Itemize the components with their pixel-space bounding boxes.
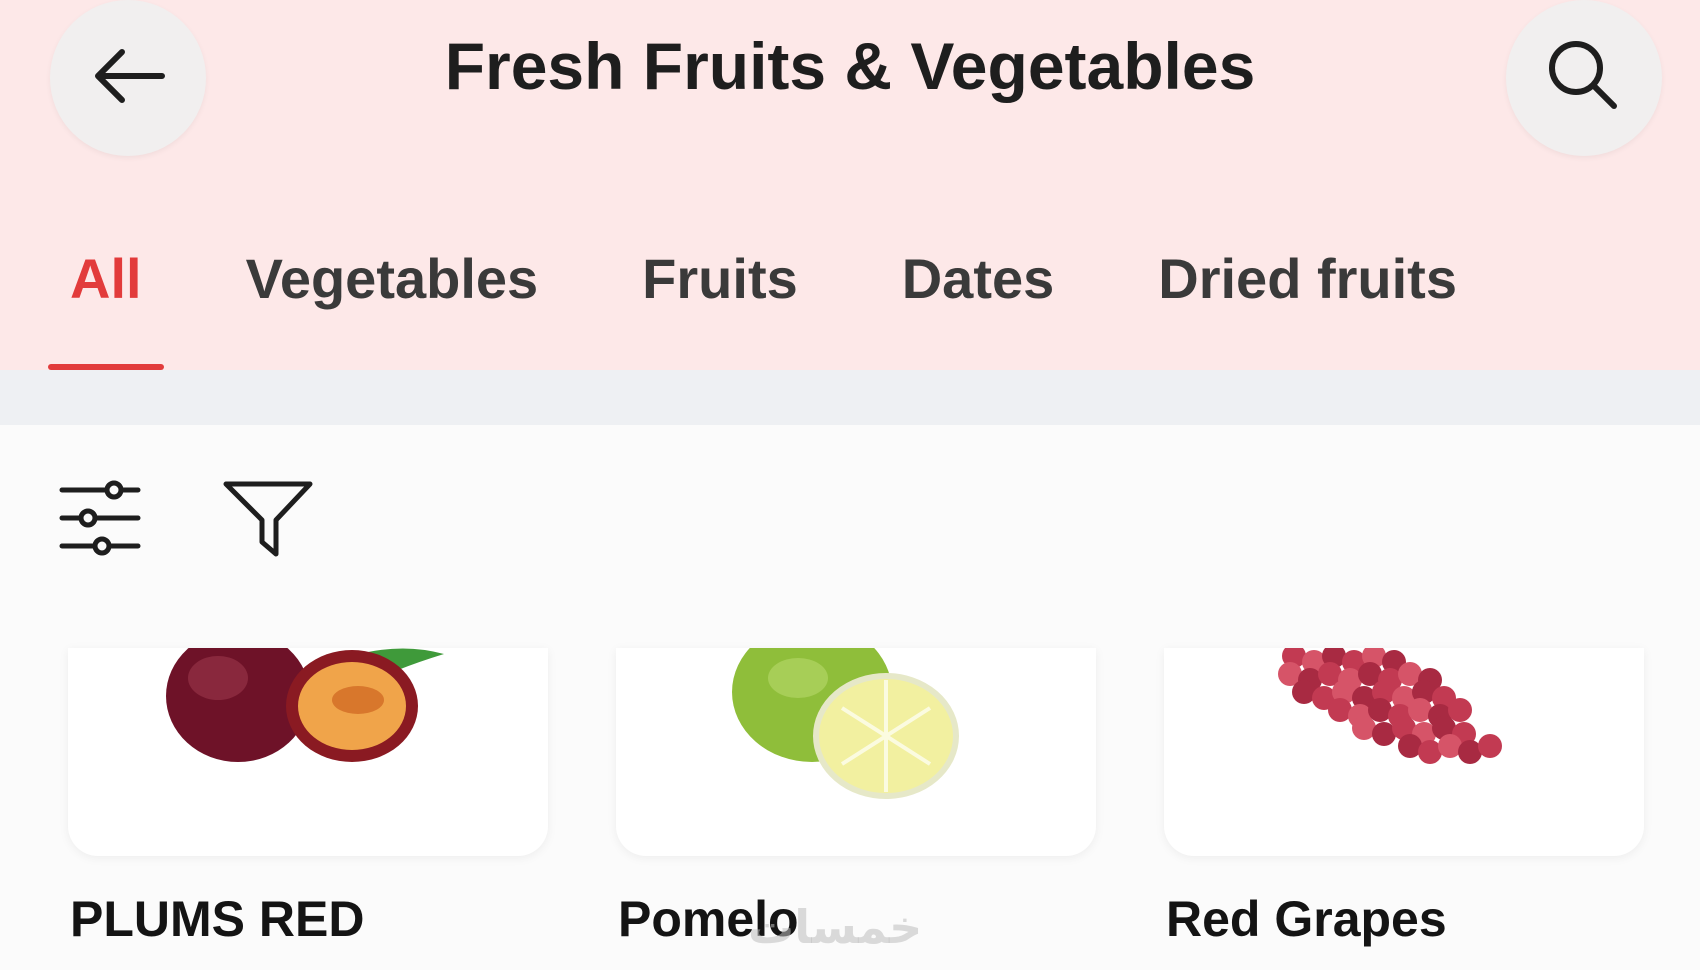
tab-fruits[interactable]: Fruits [620, 230, 820, 370]
search-button[interactable] [1506, 0, 1662, 156]
product-name: PLUMS RED [70, 891, 365, 947]
product-image-plums [68, 648, 548, 856]
category-tabs: All Vegetables Fruits Dates Dried fruits [48, 230, 1539, 370]
watermark: خمسات [748, 901, 923, 953]
tab-vegetables[interactable]: Vegetables [224, 230, 561, 370]
sliders-icon [58, 480, 142, 561]
sort-button[interactable] [50, 470, 150, 570]
product-card[interactable]: PLUMS RED [68, 620, 548, 970]
header-area: Fresh Fruits & Vegetables All Vegetables… [0, 0, 1700, 370]
tab-all[interactable]: All [48, 230, 164, 370]
product-name: Red Grapes [1166, 891, 1447, 947]
tab-dates[interactable]: Dates [880, 230, 1077, 370]
product-image-grapes [1164, 648, 1644, 856]
toolbar [0, 425, 1700, 620]
section-divider [0, 370, 1700, 425]
tab-dried-fruits[interactable]: Dried fruits [1136, 230, 1479, 370]
filter-button[interactable] [218, 470, 318, 570]
page-title: Fresh Fruits & Vegetables [444, 29, 1256, 103]
funnel-icon [222, 478, 314, 563]
search-icon [1544, 36, 1624, 121]
product-card[interactable]: Red Grapes [1164, 620, 1644, 970]
product-image-pomelo [616, 648, 1096, 856]
